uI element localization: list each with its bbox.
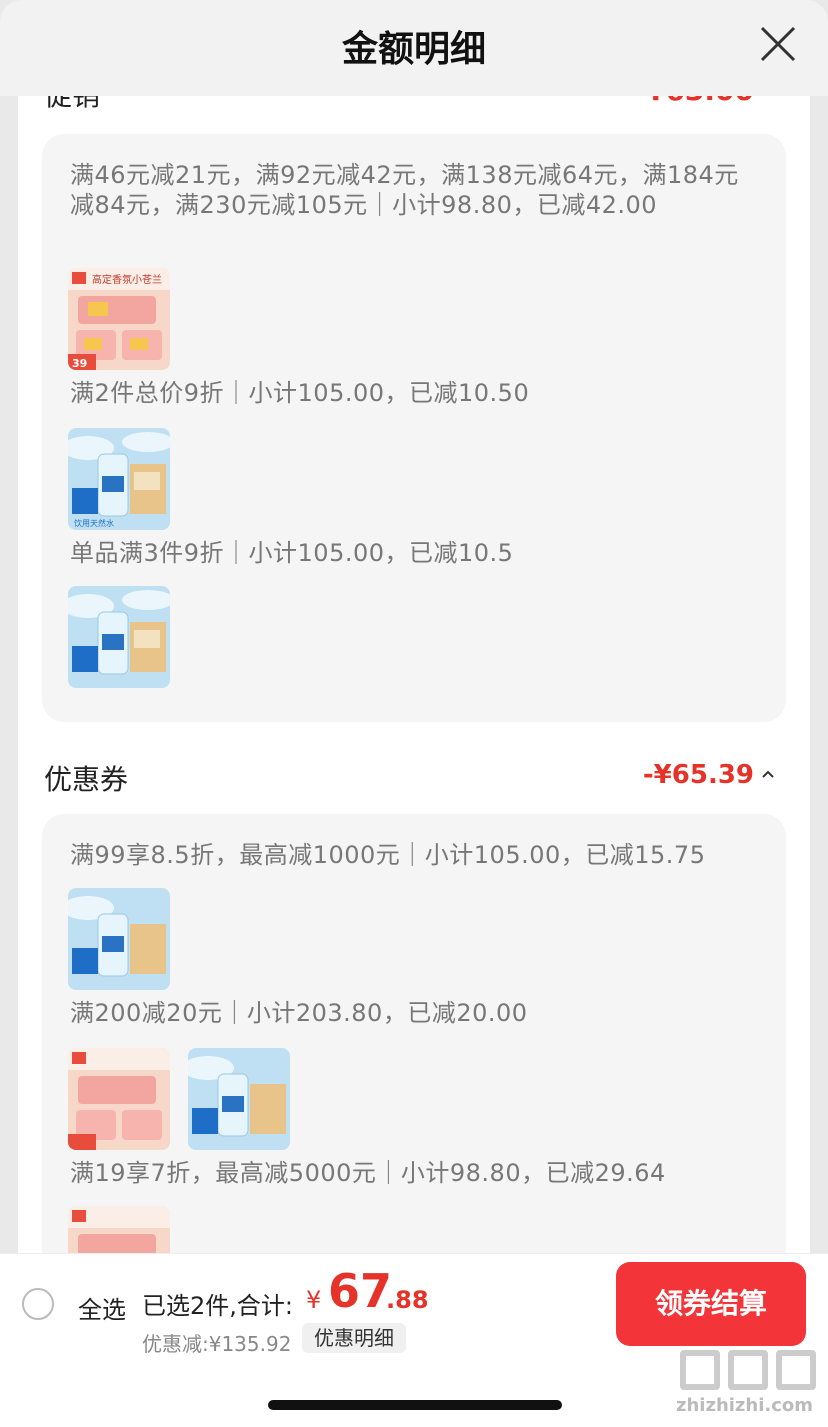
watermark-logo bbox=[776, 1350, 816, 1390]
scroll-content[interactable]: 促销 -¥63.00 满46元减21元，满92元减42元，满138元减64元，满… bbox=[18, 96, 810, 1253]
product-thumb-softener[interactable]: 高定香氛小苍兰 39 bbox=[68, 268, 170, 370]
page-title: 金额明细 bbox=[341, 29, 486, 70]
product-thumb-water[interactable]: 饮用天然水 bbox=[68, 428, 170, 530]
coupon-section-label: 优惠券 bbox=[44, 763, 129, 796]
promo-panel: 满46元减21元，满92元减42元，满138元减64元，满184元减84元，满2… bbox=[42, 134, 786, 722]
coupon-section-amount[interactable]: -¥65.39 bbox=[643, 760, 754, 790]
watermark-logo bbox=[680, 1350, 720, 1390]
promo-rule-1: 满46元减21元，满92元减42元，满138元减64元，满184元减84元，满2… bbox=[70, 161, 739, 219]
watermark-text: zhizhizhi.com bbox=[676, 1395, 814, 1416]
product-thumb-water[interactable] bbox=[68, 586, 170, 688]
softener-title-text: 高定香氛小苍兰 bbox=[92, 273, 162, 286]
currency-symbol: ¥ bbox=[306, 1286, 322, 1314]
discount-total: 优惠减:¥135.92 bbox=[142, 1332, 292, 1356]
coupon-rule-3: 满19享7折，最高减5000元｜小计98.80，已减29.64 bbox=[70, 1159, 666, 1187]
watermark-logo bbox=[728, 1350, 768, 1390]
close-icon[interactable] bbox=[758, 24, 798, 64]
promo-rule-2: 满2件总价9折｜小计105.00，已减10.50 bbox=[70, 379, 530, 407]
total-integer: 67 bbox=[328, 1264, 393, 1318]
promo-section-amount: -¥63.00 bbox=[634, 96, 754, 107]
coupon-rule-1: 满99享8.5折，最高减1000元｜小计105.00，已减15.75 bbox=[70, 841, 706, 869]
product-thumb-water[interactable] bbox=[188, 1048, 290, 1150]
selected-count-label: 已选2件,合计: bbox=[142, 1292, 293, 1320]
sheet-header: 金额明细 bbox=[0, 0, 828, 96]
chevron-up-icon[interactable] bbox=[762, 768, 774, 780]
total-decimal: .88 bbox=[386, 1286, 429, 1314]
home-indicator bbox=[268, 1400, 562, 1410]
promo-section-label: 促销 bbox=[44, 96, 100, 114]
product-thumb-softener[interactable] bbox=[68, 1048, 170, 1150]
promo-rule-3: 单品满3件9折｜小计105.00，已减10.5 bbox=[70, 539, 514, 567]
select-all-label[interactable]: 全选 bbox=[78, 1290, 126, 1325]
water-label-text: 饮用天然水 bbox=[74, 518, 114, 528]
coupon-panel: 满99享8.5折，最高减1000元｜小计105.00，已减15.75 满200减… bbox=[42, 814, 786, 1253]
checkout-button[interactable]: 领券结算 bbox=[616, 1262, 806, 1346]
product-thumb-softener[interactable] bbox=[68, 1206, 170, 1253]
discount-detail-button[interactable]: 优惠明细 bbox=[302, 1323, 406, 1353]
coupon-rule-2: 满200减20元｜小计203.80，已减20.00 bbox=[70, 999, 528, 1027]
softener-price-text: 39 bbox=[72, 357, 87, 370]
select-all-radio[interactable] bbox=[22, 1288, 54, 1320]
product-thumb-water[interactable] bbox=[68, 888, 170, 990]
